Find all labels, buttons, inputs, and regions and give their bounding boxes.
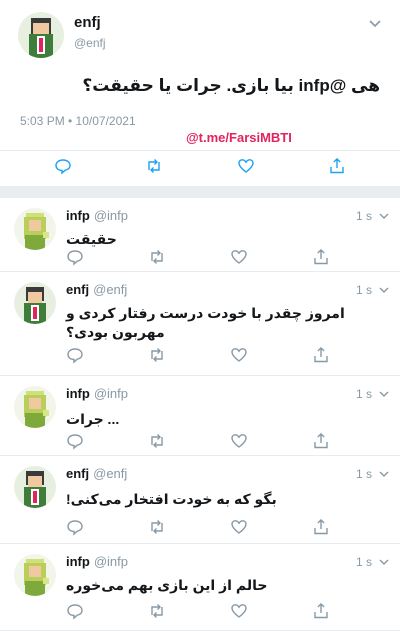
retweet-icon[interactable] [148, 432, 166, 450]
reply-timestamp: 1 s [355, 209, 372, 223]
reply-author-name[interactable]: infp [66, 208, 90, 223]
comment-icon[interactable] [66, 346, 84, 364]
comment-icon[interactable] [66, 518, 84, 536]
reply-author-name[interactable]: infp [66, 386, 90, 401]
avatar-infp[interactable] [14, 208, 56, 250]
tweet-timestamp: 5:03 PM • 10/07/2021 [20, 114, 136, 128]
heart-icon[interactable] [230, 432, 248, 450]
reply-actions [56, 516, 396, 540]
reply-timestamp: 1 s [355, 555, 372, 569]
chevron-down-icon[interactable] [378, 468, 390, 480]
reply-actions [56, 600, 396, 624]
avatar-enfj[interactable] [14, 282, 56, 324]
reply-author-handle[interactable]: @enfj [93, 466, 127, 481]
reply-text: حالم از این بازی بهم می‌خوره [66, 577, 268, 593]
reply-tweet[interactable]: infp @infp 1 s حقیقت [0, 198, 400, 272]
reply-actions [56, 344, 396, 368]
reply-author-handle[interactable]: @enfj [93, 282, 127, 297]
comment-icon[interactable] [66, 602, 84, 620]
avatar-infp[interactable] [14, 386, 56, 428]
heart-icon[interactable] [230, 518, 248, 536]
reply-author-name[interactable]: infp [66, 554, 90, 569]
reply-tweet[interactable]: infp @infp 1 s ... جرات [0, 376, 400, 456]
reply-actions [56, 430, 396, 454]
author-handle[interactable]: @enfj [74, 36, 106, 50]
watermark: @t.me/FarsiMBTI [186, 130, 292, 145]
retweet-icon[interactable] [145, 157, 163, 175]
share-icon[interactable] [312, 432, 330, 450]
heart-icon[interactable] [230, 248, 248, 266]
chevron-down-icon[interactable] [368, 16, 382, 30]
retweet-icon[interactable] [148, 518, 166, 536]
reply-timestamp: 1 s [355, 467, 372, 481]
reply-tweet[interactable]: enfj @enfj 1 s بگو که به خودت افتخار می‌کنی… [0, 456, 400, 544]
reply-text: ... جرات [66, 411, 120, 427]
chevron-down-icon[interactable] [378, 210, 390, 222]
reply-text: امروز چقدر با خودت درست رفتار کردی و مهر… [66, 305, 345, 340]
reply-author-name[interactable]: enfj [66, 466, 89, 481]
tweet-text: هی @infp بیا بازی. جرات یا حقیقت؟ [82, 76, 380, 95]
reply-actions [56, 246, 396, 270]
comment-icon[interactable] [66, 248, 84, 266]
reply-timestamp: 1 s [355, 387, 372, 401]
avatar-enfj[interactable] [14, 466, 56, 508]
avatar-infp[interactable] [14, 554, 56, 596]
heart-icon[interactable] [230, 346, 248, 364]
comment-icon[interactable] [66, 432, 84, 450]
reply-tweet[interactable]: infp @infp 1 s حالم از این بازی بهم می‌خوره [0, 544, 400, 631]
reply-tweet[interactable]: enfj @enfj 1 s امروز چقدر با خودت درست رفتا… [0, 272, 400, 376]
tweet-actions [0, 150, 400, 180]
heart-icon[interactable] [237, 157, 255, 175]
reply-author[interactable]: infp @infp [66, 554, 128, 569]
retweet-icon[interactable] [148, 248, 166, 266]
reply-text: بگو که به خودت افتخار می‌کنی! [66, 491, 277, 507]
chevron-down-icon[interactable] [378, 556, 390, 568]
retweet-icon[interactable] [148, 346, 166, 364]
chevron-down-icon[interactable] [378, 388, 390, 400]
reply-author[interactable]: infp @infp [66, 386, 128, 401]
reply-timestamp: 1 s [355, 283, 372, 297]
reply-author[interactable]: enfj @enfj [66, 466, 127, 481]
section-divider [0, 186, 400, 198]
share-icon[interactable] [312, 346, 330, 364]
reply-author-name[interactable]: enfj [66, 282, 89, 297]
chevron-down-icon[interactable] [378, 284, 390, 296]
reply-author[interactable]: infp @infp [66, 208, 128, 223]
reply-author-handle[interactable]: @infp [94, 208, 128, 223]
heart-icon[interactable] [230, 602, 248, 620]
reply-author-handle[interactable]: @infp [94, 386, 128, 401]
share-icon[interactable] [312, 602, 330, 620]
main-tweet: enfj @enfj هی @infp بیا بازی. جرات یا حق… [0, 0, 400, 186]
comment-icon[interactable] [54, 157, 72, 175]
avatar-enfj[interactable] [18, 12, 64, 58]
author-name[interactable]: enfj [74, 14, 101, 31]
reply-author-handle[interactable]: @infp [94, 554, 128, 569]
retweet-icon[interactable] [148, 602, 166, 620]
share-icon[interactable] [312, 248, 330, 266]
share-icon[interactable] [312, 518, 330, 536]
reply-author[interactable]: enfj @enfj [66, 282, 127, 297]
share-icon[interactable] [328, 157, 346, 175]
